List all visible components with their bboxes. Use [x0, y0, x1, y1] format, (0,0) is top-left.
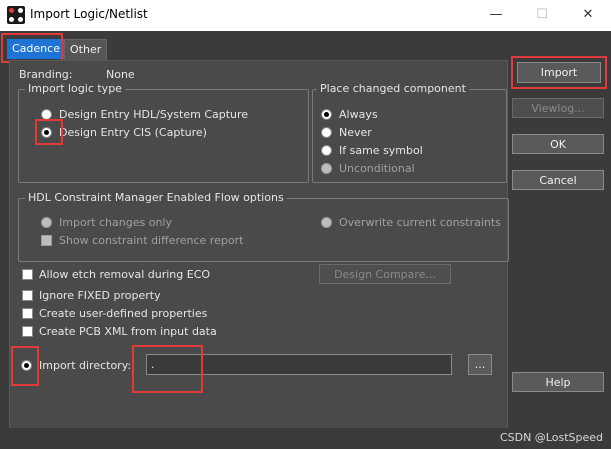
maximize-icon[interactable]: ☐ [527, 2, 557, 28]
app-icon [7, 6, 25, 24]
radio-unconditional [321, 163, 332, 174]
window-title: Import Logic/Netlist [30, 7, 148, 21]
title-bar: Import Logic/Netlist — ☐ ✕ [0, 0, 611, 31]
hdl-flow-group [18, 198, 509, 262]
checkbox-show-diff [41, 235, 52, 246]
ok-button[interactable]: OK [512, 134, 604, 154]
radio-always[interactable] [321, 109, 332, 120]
browse-button[interactable]: ... [468, 354, 492, 375]
viewlog-button: Viewlog... [512, 98, 604, 118]
label-create-pcb-xml: Create PCB XML from input data [39, 325, 217, 338]
tab-cadence[interactable]: Cadence [7, 39, 65, 59]
branding-value: None [106, 68, 135, 81]
radio-never[interactable] [321, 127, 332, 138]
watermark-text: CSDN @LostSpeed [499, 431, 603, 444]
design-compare-button: Design Compare... [319, 264, 451, 284]
label-overwrite-constraints: Overwrite current constraints [339, 216, 501, 229]
cancel-button[interactable]: Cancel [512, 170, 604, 190]
help-button[interactable]: Help [512, 372, 604, 392]
radio-overwrite-constraints [321, 217, 332, 228]
label-import-directory: Import directory: [39, 359, 132, 372]
close-icon[interactable]: ✕ [573, 2, 603, 28]
tab-other[interactable]: Other [64, 39, 108, 60]
checkbox-ignore-fixed[interactable] [22, 290, 33, 301]
label-never: Never [339, 126, 372, 139]
label-import-changes-only: Import changes only [59, 216, 172, 229]
radio-if-same-symbol[interactable] [321, 145, 332, 156]
label-if-same-symbol: If same symbol [339, 144, 423, 157]
label-allow-etch-removal: Allow etch removal during ECO [39, 268, 211, 281]
label-ignore-fixed: Ignore FIXED property [39, 289, 161, 302]
hdl-flow-title: HDL Constraint Manager Enabled Flow opti… [25, 191, 287, 204]
label-user-defined-props: Create user-defined properties [39, 307, 208, 320]
checkbox-create-pcb-xml[interactable] [22, 326, 33, 337]
radio-import-directory[interactable] [21, 360, 32, 371]
radio-cis-capture[interactable] [41, 127, 52, 138]
import-directory-input[interactable]: . [146, 354, 452, 375]
label-cis-capture: Design Entry CIS (Capture) [59, 126, 207, 139]
label-unconditional: Unconditional [339, 162, 415, 175]
place-changed-title: Place changed component [317, 82, 469, 95]
checkbox-user-defined-props[interactable] [22, 308, 33, 319]
label-show-diff: Show constraint difference report [59, 234, 244, 247]
branding-label: Branding: [19, 68, 73, 81]
radio-import-changes-only [41, 217, 52, 228]
import-logic-type-title: Import logic type [25, 82, 125, 95]
label-always: Always [339, 108, 378, 121]
radio-hdl-system-capture[interactable] [41, 109, 52, 120]
import-button[interactable]: Import [517, 62, 601, 83]
checkbox-allow-etch-removal[interactable] [22, 269, 33, 280]
label-hdl-system-capture: Design Entry HDL/System Capture [59, 108, 249, 121]
minimize-icon[interactable]: — [481, 2, 511, 28]
